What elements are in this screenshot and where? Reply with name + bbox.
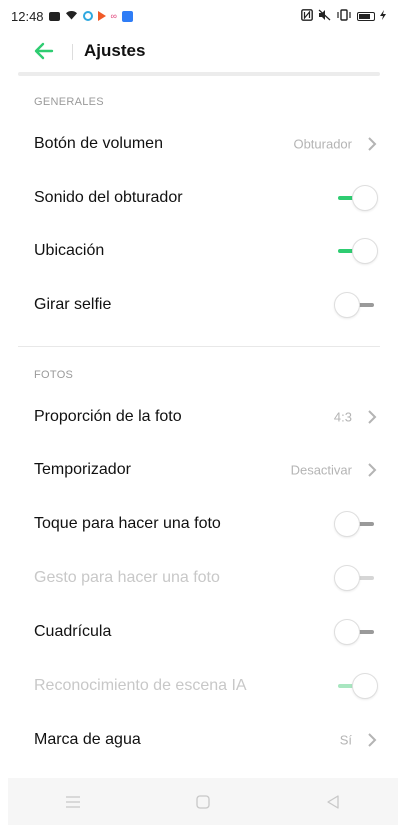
status-bar: 12:48 ∞ [0,0,398,32]
shutter-sound-toggle[interactable] [334,185,378,211]
app-header: Ajustes [0,32,398,70]
row-tap-to-shoot[interactable]: Toque para hacer una foto [0,497,398,551]
row-gesture-to-shoot: Gesto para hacer una foto [0,551,398,605]
mute-icon [318,9,331,24]
row-grid[interactable]: Cuadrícula [0,605,398,659]
link-icon: ∞ [110,10,117,21]
row-shutter-sound[interactable]: Sonido del obturador [0,171,398,225]
row-watermark[interactable]: Marca de agua Sí [0,713,398,767]
wifi-icon [65,10,78,23]
row-photo-ratio[interactable]: Proporción de la foto 4:3 [0,390,398,444]
status-bar-left: 12:48 ∞ [11,9,133,24]
row-location[interactable]: Ubicación [0,224,398,278]
row-value: Obturador [293,136,352,152]
header-separator [18,72,380,76]
row-label: Gesto para hacer una foto [34,569,220,586]
status-time: 12:48 [11,8,44,24]
row-value: Desactivar [290,462,352,478]
chevron-right-icon [368,410,377,424]
vibrate-icon [336,8,352,24]
row-value: Sí [339,732,352,748]
chevron-right-icon [368,463,377,477]
row-ai-scene: Reconocimiento de escena IA [0,659,398,713]
tap-to-shoot-toggle[interactable] [334,511,378,537]
row-timer[interactable]: Temporizador Desactivar [0,443,398,497]
notification-icon [48,11,60,21]
row-label: Girar selfie [34,296,112,313]
row-label: Toque para hacer una foto [34,515,221,532]
sync-icon [82,11,93,21]
charging-icon [380,9,386,23]
row-label: Cuadrícula [34,623,112,640]
back-triangle-icon[interactable] [313,787,353,817]
ai-scene-toggle [334,673,378,699]
section-label-general: GENERALES [34,96,104,108]
rotate-selfie-toggle[interactable] [334,292,378,318]
row-value: 4:3 [333,409,352,425]
row-label: Ubicación [34,242,105,259]
row-volume-button[interactable]: Botón de volumen Obturador [0,117,398,171]
row-label: Marca de agua [34,731,141,748]
battery-icon [357,11,375,21]
menu-icon[interactable] [53,787,93,817]
grid-toggle[interactable] [334,619,378,645]
home-icon[interactable] [183,787,223,817]
row-rotate-selfie[interactable]: Girar selfie [0,278,398,332]
play-icon [97,11,106,21]
chevron-right-icon [368,733,377,747]
header-divider [72,44,73,60]
back-arrow-icon[interactable] [33,40,55,62]
row-label: Proporción de la foto [34,408,182,425]
location-toggle[interactable] [334,238,378,264]
row-label: Sonido del obturador [34,189,183,206]
row-label: Botón de volumen [34,135,163,152]
page-title: Ajustes [84,41,146,60]
chevron-right-icon [368,137,377,151]
row-label: Reconocimiento de escena IA [34,677,247,694]
gesture-to-shoot-toggle [334,565,378,591]
section-divider [18,346,380,347]
status-bar-right [301,8,386,24]
system-nav-bar [8,778,398,825]
nfc-icon [301,8,313,24]
section-label-photos: FOTOS [34,369,74,381]
app-icon [121,10,133,22]
row-label: Temporizador [34,461,131,478]
